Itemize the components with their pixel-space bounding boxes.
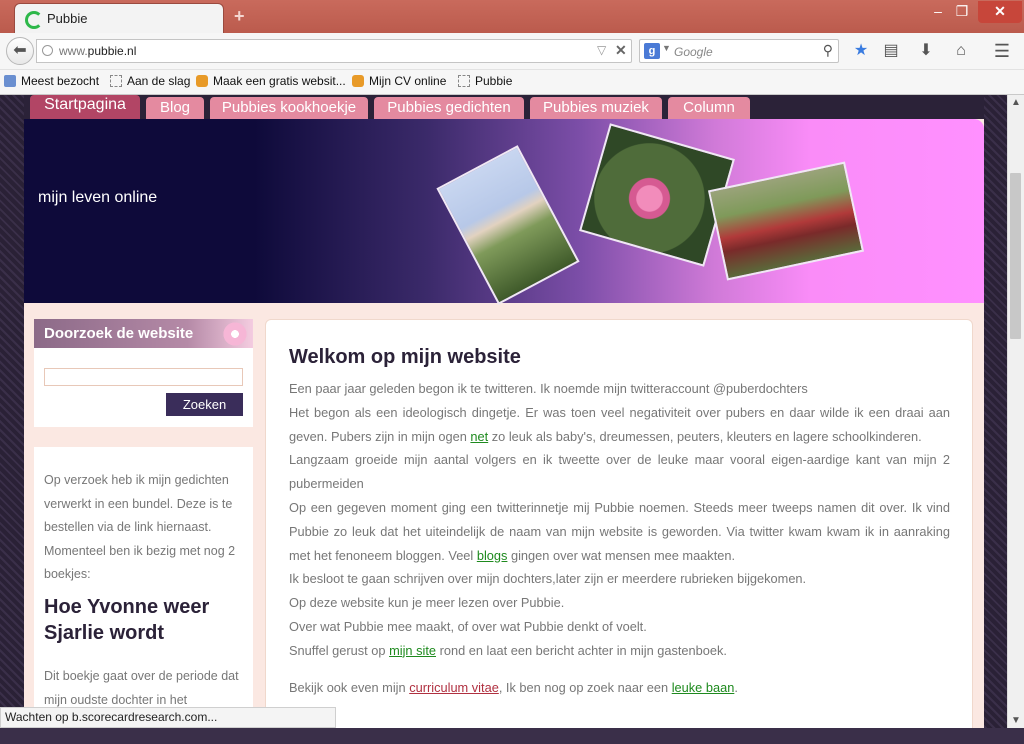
promo-text-2: Dit boekje gaat over de periode dat mijn… <box>44 669 239 707</box>
link-blogs[interactable]: blogs <box>477 548 508 563</box>
home-icon[interactable]: ⌂ <box>950 41 972 61</box>
site-tagline: mijn leven online <box>38 189 158 206</box>
loading-icon <box>25 11 43 29</box>
minimize-button[interactable]: – <box>928 1 948 23</box>
close-window-button[interactable]: ✕ <box>978 1 1022 23</box>
title-bar: Pubbie + – ❐ ✕ <box>0 0 1024 33</box>
page-viewport: Startpagina Blog Pubbies kookhoekje Pubb… <box>0 95 1007 728</box>
tab-title: Pubbie <box>47 11 88 26</box>
link-leuke-baan[interactable]: leuke baan <box>672 680 735 695</box>
promo-title: Hoe Yvonne weer Sjarlie wordt <box>44 596 210 644</box>
navigation-toolbar: ⬅ www.pubbie.nl ▽ ✕ g ▼ Google ⚲ ★ ▤ ⬇ ⌂… <box>0 33 1024 70</box>
bookmark-item[interactable]: Meest bezocht <box>4 74 99 88</box>
site-search-input[interactable] <box>44 368 243 386</box>
paragraph: Over wat Pubbie mee maakt, of over wat P… <box>289 618 647 634</box>
paragraph: Ik besloot te gaan schrijven over mijn d… <box>289 571 807 587</box>
arrow-left-icon: ⬅ <box>13 42 27 59</box>
owl-icon <box>352 75 364 87</box>
search-icon[interactable]: ⚲ <box>823 42 833 59</box>
menu-icon[interactable]: ☰ <box>991 41 1013 61</box>
bookmark-item[interactable]: Maak een gratis websit... <box>196 74 346 88</box>
link-curriculum-vitae[interactable]: curriculum vitae <box>409 680 499 695</box>
menu-tab-blog[interactable]: Blog <box>146 97 204 119</box>
bookmarks-bar: Meest bezocht Aan de slag Maak een grati… <box>0 70 1024 95</box>
search-placeholder: Google <box>674 45 713 59</box>
sidebar-promo: Op verzoek heb ik mijn gedichten verwerk… <box>34 447 253 728</box>
google-icon[interactable]: g <box>644 43 660 59</box>
scroll-up-icon[interactable]: ▲ <box>1011 97 1021 108</box>
search-bar[interactable]: g ▼ Google ⚲ <box>639 39 839 63</box>
url-text: www.pubbie.nl <box>59 44 137 58</box>
history-dropdown-icon[interactable]: ▽ <box>597 43 606 57</box>
promo-text: Op verzoek heb ik mijn gedichten verwerk… <box>44 473 236 581</box>
maximize-button[interactable]: ❐ <box>952 1 972 23</box>
header-photo-garden <box>707 161 865 281</box>
paragraph: Op een gegeven moment ging een twitterin… <box>289 499 950 563</box>
page-icon <box>458 75 470 87</box>
engine-dropdown-icon[interactable]: ▼ <box>662 43 671 53</box>
sidebar-search-widget: Doorzoek de website Zoeken <box>34 319 253 427</box>
page-title: Welkom op mijn website <box>289 346 521 368</box>
page-icon <box>110 75 122 87</box>
menu-tab-gedichten[interactable]: Pubbies gedichten <box>374 97 524 119</box>
vertical-scrollbar[interactable]: ▲ ▼ <box>1007 95 1024 728</box>
flower-icon <box>221 321 249 347</box>
browser-tab[interactable]: Pubbie <box>14 3 224 33</box>
menu-tab-column[interactable]: Column <box>668 97 750 119</box>
scrollbar-thumb[interactable] <box>1010 173 1021 339</box>
paragraph: Op deze website kun je meer lezen over P… <box>289 595 565 611</box>
back-button[interactable]: ⬅ <box>6 37 34 65</box>
stop-icon[interactable]: ✕ <box>615 42 627 59</box>
globe-icon <box>42 45 53 56</box>
paragraph: Snuffel gerust op mijn site rond en laat… <box>289 642 727 658</box>
main-content: Welkom op mijn website Een paar jaar gel… <box>265 319 973 728</box>
owl-icon <box>196 75 208 87</box>
bookmark-item[interactable]: Pubbie <box>458 74 512 88</box>
paragraph: Bekijk ook even mijn curriculum vitae, I… <box>289 679 738 695</box>
new-tab-button[interactable]: + <box>234 6 245 27</box>
menu-tab-kookhoekje[interactable]: Pubbies kookhoekje <box>210 97 368 119</box>
content-body: Een paar jaar geleden begon ik te twitte… <box>289 377 950 699</box>
scroll-down-icon[interactable]: ▼ <box>1011 715 1021 726</box>
link-mijn-site[interactable]: mijn site <box>389 643 436 658</box>
download-icon[interactable]: ⬇ <box>915 41 937 61</box>
status-bar: Wachten op b.scorecardresearch.com... <box>0 707 336 728</box>
site-container: Startpagina Blog Pubbies kookhoekje Pubb… <box>24 95 984 728</box>
menu-tab-startpagina[interactable]: Startpagina <box>30 95 140 119</box>
header-photo-girl <box>436 145 580 305</box>
bookmark-star-icon[interactable]: ★ <box>850 41 872 61</box>
address-bar[interactable]: www.pubbie.nl ▽ ✕ <box>36 39 632 63</box>
reading-list-icon[interactable]: ▤ <box>880 41 902 61</box>
bookmark-item[interactable]: Aan de slag <box>110 74 190 88</box>
search-button[interactable]: Zoeken <box>166 393 243 416</box>
site-header: mijn leven online <box>24 119 984 305</box>
paragraph: Langzaam groeide mijn aantal volgers en … <box>289 452 950 492</box>
bookmark-folder-icon <box>4 75 16 87</box>
page-background-strip <box>0 728 1024 744</box>
site-menu: Startpagina Blog Pubbies kookhoekje Pubb… <box>24 95 984 119</box>
paragraph: Een paar jaar geleden begon ik te twitte… <box>289 381 808 396</box>
bookmark-item[interactable]: Mijn CV online <box>352 74 446 88</box>
paragraph: Het begon als een ideologisch dingetje. … <box>289 404 950 444</box>
menu-tab-muziek[interactable]: Pubbies muziek <box>530 97 662 119</box>
link-net[interactable]: net <box>470 429 488 444</box>
